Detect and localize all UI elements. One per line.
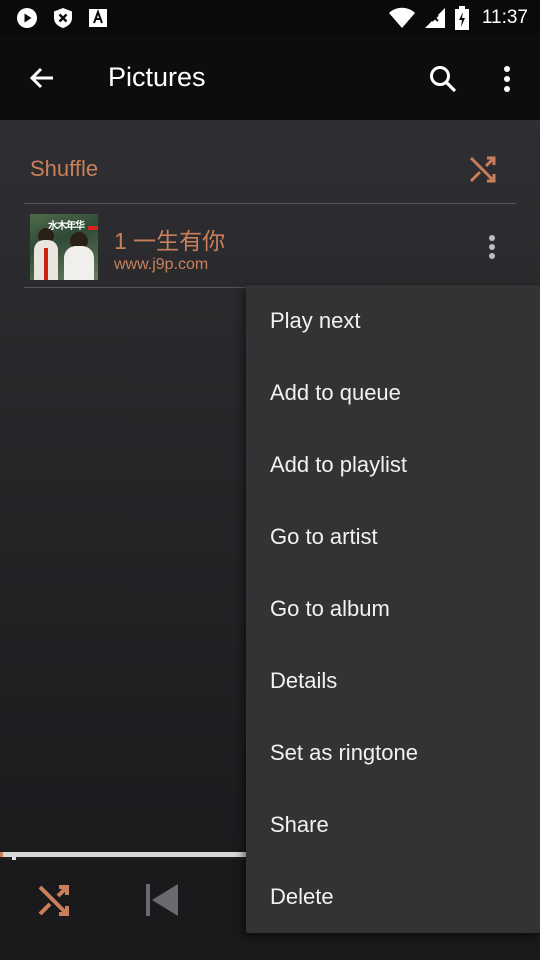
app-toolbar: Pictures <box>0 36 540 120</box>
shuffle-all-row[interactable]: Shuffle <box>0 120 540 204</box>
album-art: 水木年华 <box>30 214 98 280</box>
menu-item-go-to-artist[interactable]: Go to artist <box>246 501 540 573</box>
list-item[interactable]: 水木年华 1 一生有你 www.j9p.com <box>0 204 540 288</box>
album-art-text: 水木年华 <box>48 221 85 232</box>
signal-icon <box>424 8 445 28</box>
arrow-left-icon <box>29 67 53 89</box>
play-notification-icon <box>17 8 37 28</box>
more-vert-icon <box>489 235 495 259</box>
menu-item-add-to-queue[interactable]: Add to queue <box>246 357 540 429</box>
menu-item-go-to-album[interactable]: Go to album <box>246 573 540 645</box>
song-artist: www.j9p.com <box>114 256 209 273</box>
status-right-icons: 11:37 <box>388 0 528 36</box>
status-left-icons <box>0 7 108 29</box>
menu-item-play-next[interactable]: Play next <box>246 285 540 357</box>
status-bar: 11:37 <box>0 0 540 36</box>
overflow-menu-button[interactable] <box>492 60 522 98</box>
menu-item-details[interactable]: Details <box>246 645 540 717</box>
menu-item-set-as-ringtone[interactable]: Set as ringtone <box>246 717 540 789</box>
menu-item-add-to-playlist[interactable]: Add to playlist <box>246 429 540 501</box>
wifi-icon <box>388 7 415 28</box>
more-vert-icon <box>504 66 510 92</box>
back-button[interactable] <box>24 60 60 96</box>
skip-previous-icon[interactable] <box>142 880 182 920</box>
search-button[interactable] <box>424 60 462 98</box>
song-context-menu: Play next Add to queue Add to playlist Go t… <box>246 285 540 933</box>
song-title: 1 一生有你 <box>114 228 226 254</box>
shuffle-label: Shuffle <box>30 156 99 181</box>
shuffle-icon <box>469 156 496 183</box>
song-more-button[interactable] <box>480 232 504 262</box>
menu-item-share[interactable]: Share <box>246 789 540 861</box>
status-time: 11:37 <box>481 7 528 28</box>
shield-icon <box>54 8 72 28</box>
shuffle-icon[interactable] <box>36 882 72 918</box>
playback-progress-fill <box>0 852 3 857</box>
battery-icon <box>454 6 469 30</box>
search-icon <box>430 66 457 93</box>
menu-item-delete[interactable]: Delete <box>246 861 540 933</box>
font-icon <box>89 9 107 27</box>
page-title: Pictures <box>108 62 206 92</box>
